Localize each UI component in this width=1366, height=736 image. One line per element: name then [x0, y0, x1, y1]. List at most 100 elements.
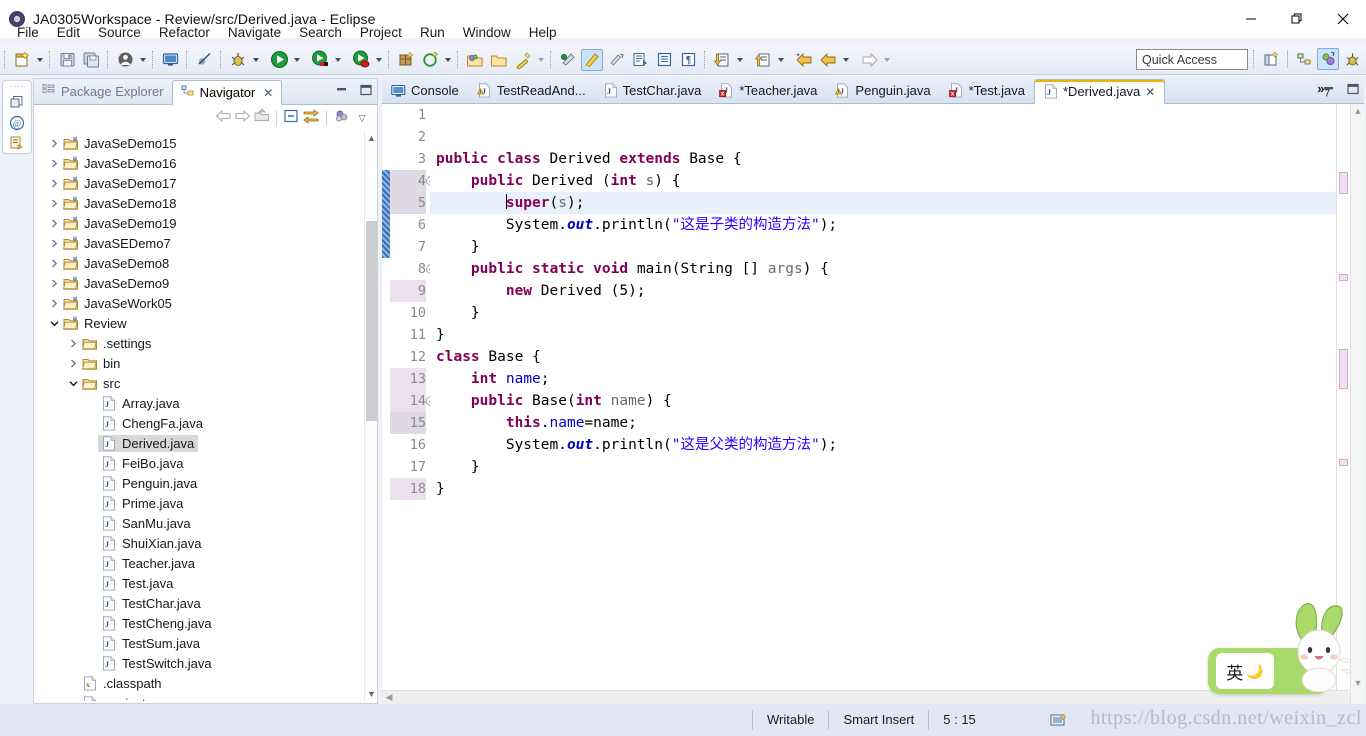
debug-dropdown-icon[interactable] [250, 49, 261, 71]
tree-item[interactable]: J Array.java [34, 393, 377, 413]
editor-horizontal-scrollbar[interactable]: ◀ [382, 690, 1350, 704]
tree-item[interactable]: x .classpath [34, 673, 377, 693]
tree-item[interactable]: J Derived.java [34, 433, 377, 453]
menu-search[interactable]: Search [290, 23, 351, 42]
new-wizard-icon[interactable] [11, 49, 33, 71]
tree-item[interactable]: J TestSum.java [34, 633, 377, 653]
editor-tab[interactable]: J *Derived.java ✕ [1033, 79, 1166, 104]
next-annotation-dropdown-icon[interactable] [734, 49, 745, 71]
tree-item[interactable]: x .project [34, 693, 377, 701]
tree-item[interactable]: JavaSeDemo15 [34, 133, 377, 153]
edit-highlight-icon[interactable] [581, 48, 603, 71]
chevron-right-icon[interactable] [46, 219, 62, 228]
paragraph-mark-icon[interactable]: ¶ [677, 49, 699, 71]
editor-tab[interactable]: J x *Teacher.java [710, 78, 826, 103]
chevron-down-icon[interactable] [46, 319, 62, 328]
open-type-icon[interactable] [464, 49, 486, 71]
new-java-package-icon[interactable] [395, 49, 417, 71]
overview-change-marker[interactable] [1339, 172, 1348, 194]
scroll-down-icon[interactable]: ▼ [1351, 676, 1365, 690]
chevron-down-icon[interactable] [65, 379, 81, 388]
toggle-mark-occurrences-icon[interactable] [557, 49, 579, 71]
back-dropdown-icon[interactable] [840, 49, 851, 71]
close-icon[interactable]: ✕ [263, 86, 273, 100]
editor-tab[interactable]: J Penguin.java [826, 78, 939, 103]
collapse-all-icon[interactable] [283, 108, 300, 129]
search-icon[interactable] [512, 49, 534, 71]
tree-item[interactable]: JavaSeDemo9 [34, 273, 377, 293]
user-profile-dropdown-icon[interactable] [137, 49, 148, 71]
maximize-view-icon[interactable] [359, 83, 373, 101]
console-icon[interactable] [159, 49, 181, 71]
run-coverage-icon[interactable] [309, 49, 331, 71]
skip-all-breakpoints-icon[interactable] [193, 49, 215, 71]
navigator-tree[interactable]: JavaSeDemo15 JavaSeDemo16 JavaSeDemo17 J… [34, 131, 377, 701]
chevron-right-icon[interactable] [46, 279, 62, 288]
navigator-scrollbar[interactable]: ▲ ▼ [364, 131, 377, 701]
up-icon[interactable] [253, 108, 270, 129]
outline-icon[interactable] [6, 133, 28, 153]
close-icon[interactable]: ✕ [1145, 85, 1155, 99]
debug-perspective-icon[interactable] [1341, 48, 1363, 70]
overview-change-marker[interactable] [1339, 459, 1348, 466]
editor-tab[interactable]: J TestChar.java [595, 78, 711, 103]
chevron-right-icon[interactable] [46, 199, 62, 208]
menu-edit[interactable]: Edit [48, 23, 89, 42]
scroll-down-icon[interactable]: ▼ [365, 687, 378, 701]
back-history-icon[interactable] [817, 49, 839, 71]
forward-icon[interactable] [234, 108, 251, 129]
tree-item[interactable]: JavaSEDemo7 [34, 233, 377, 253]
chevron-right-icon[interactable] [46, 239, 62, 248]
show-whitespace-icon[interactable] [653, 49, 675, 71]
link-with-editor-icon[interactable] [302, 108, 320, 129]
tree-item[interactable]: JavaSeDemo19 [34, 213, 377, 233]
forward-icon[interactable] [858, 49, 880, 71]
view-menu-icon[interactable]: ▽ [353, 113, 371, 124]
tree-item[interactable]: J TestSwitch.java [34, 653, 377, 673]
run-icon[interactable] [268, 49, 290, 71]
new-java-class-dropdown-icon[interactable] [442, 49, 453, 71]
tree-item[interactable]: src [34, 373, 377, 393]
save-all-icon[interactable] [80, 49, 102, 71]
back-icon[interactable] [215, 108, 232, 129]
minimize-view-icon[interactable] [1322, 82, 1336, 100]
user-profile-icon[interactable] [114, 49, 136, 71]
quick-access-input[interactable]: Quick Access [1136, 49, 1248, 70]
restore-view-icon[interactable] [6, 92, 28, 112]
tree-item[interactable]: JavaSeDemo16 [34, 153, 377, 173]
menu-project[interactable]: Project [351, 23, 411, 42]
tree-item[interactable]: J SanMu.java [34, 513, 377, 533]
tab-navigator[interactable]: Navigator ✕ [171, 80, 283, 105]
menu-source[interactable]: Source [89, 23, 150, 42]
scroll-up-icon[interactable]: ▲ [365, 131, 378, 145]
chevron-right-icon[interactable] [65, 339, 81, 348]
scrollbar-thumb[interactable] [366, 221, 377, 421]
overview-ruler[interactable] [1336, 104, 1350, 704]
java-ee-perspective-icon[interactable] [1317, 48, 1339, 70]
tree-item[interactable]: J ShuiXian.java [34, 533, 377, 553]
tree-item[interactable]: JavaSeDemo18 [34, 193, 377, 213]
tree-item[interactable]: JavaSeDemo8 [34, 253, 377, 273]
external-tools-dropdown-icon[interactable] [373, 49, 384, 71]
open-perspective-icon[interactable] [1260, 48, 1282, 70]
drag-handle-dots[interactable]: ···· [10, 83, 25, 91]
minimize-view-icon[interactable] [335, 83, 349, 101]
menu-refactor[interactable]: Refactor [150, 23, 219, 42]
next-edit-icon[interactable] [629, 49, 651, 71]
tree-item[interactable]: J TestChar.java [34, 593, 377, 613]
chevron-right-icon[interactable] [46, 139, 62, 148]
tree-item[interactable]: JavaSeDemo17 [34, 173, 377, 193]
overview-change-marker[interactable] [1339, 349, 1348, 389]
menu-file[interactable]: File [8, 23, 48, 42]
editor-vertical-scrollbar[interactable]: ▲ ▼ [1350, 104, 1364, 704]
last-edit-location-icon[interactable] [605, 49, 627, 71]
new-wizard-dropdown-icon[interactable] [34, 49, 45, 71]
search-dropdown-icon[interactable] [535, 49, 546, 71]
folding-ruler[interactable] [382, 104, 390, 704]
scroll-left-icon[interactable]: ◀ [382, 692, 396, 703]
previous-annotation-icon[interactable] [752, 49, 774, 71]
forward-dropdown-icon[interactable] [881, 49, 892, 71]
tree-item[interactable]: J FeiBo.java [34, 453, 377, 473]
tree-item[interactable]: J Prime.java [34, 493, 377, 513]
editor-tab[interactable]: J TestReadAnd... [468, 78, 595, 103]
